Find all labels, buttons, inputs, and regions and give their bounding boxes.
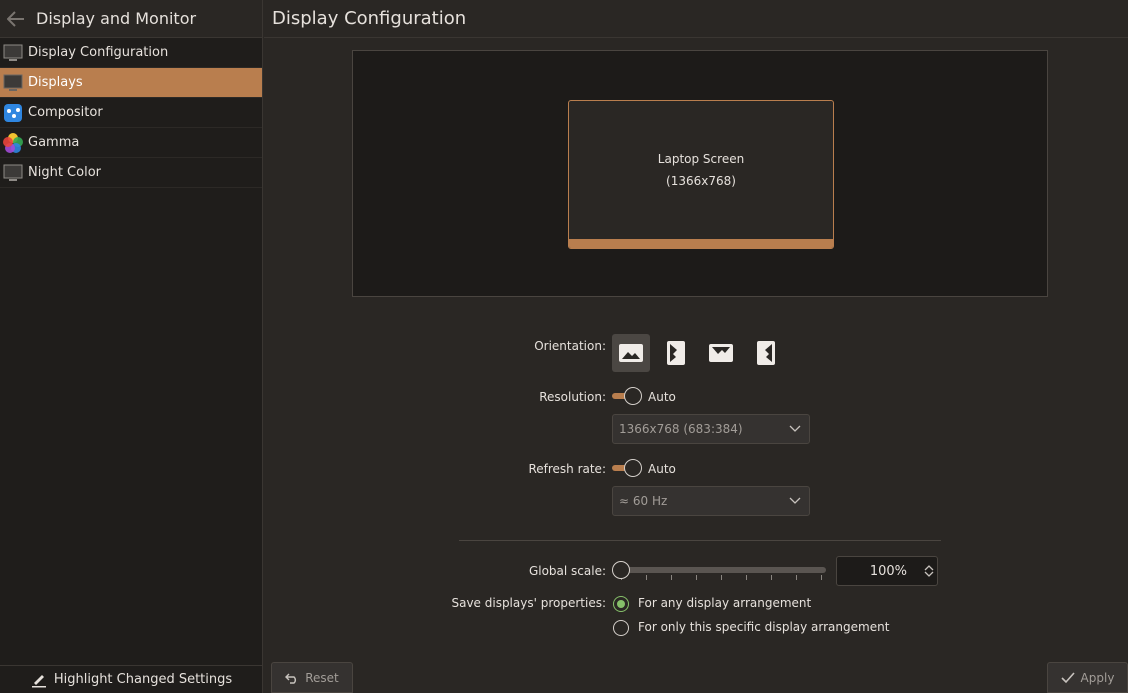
back-arrow-icon[interactable]: [6, 9, 26, 29]
main-panel: Display Configuration Laptop Screen (136…: [264, 0, 1128, 693]
sidebar-item-gamma[interactable]: Gamma: [0, 128, 262, 158]
orientation-label: Orientation:: [534, 339, 606, 353]
resolution-label: Resolution:: [539, 390, 606, 404]
resolution-select[interactable]: 1366x768 (683:384): [612, 414, 810, 444]
sidebar-list: Display Configuration Displays Composito…: [0, 38, 262, 188]
sidebar-item-compositor[interactable]: Compositor: [0, 98, 262, 128]
landscape-flipped-icon: [709, 344, 733, 362]
slider-tick: [771, 575, 772, 580]
sidebar-item-label: Compositor: [28, 105, 103, 120]
portrait-icon: [667, 341, 685, 365]
page-title: Display Configuration: [264, 0, 1128, 38]
slider-tick: [821, 575, 822, 580]
slider-tick: [646, 575, 647, 580]
chevron-down-icon: [789, 494, 801, 508]
resolution-auto-toggle[interactable]: [612, 387, 644, 407]
reset-button[interactable]: Reset: [271, 662, 353, 693]
display-arrangement-preview[interactable]: Laptop Screen (1366x768): [352, 50, 1048, 297]
sidebar-title: Display and Monitor: [36, 9, 197, 28]
refresh-rate-select[interactable]: ≈ 60 Hz: [612, 486, 810, 516]
global-scale-label: Global scale:: [528, 564, 606, 578]
landscape-icon: [619, 344, 643, 362]
slider-handle[interactable]: [612, 561, 630, 579]
slider-tick: [796, 575, 797, 580]
toggle-knob: [624, 459, 642, 477]
slider-tick: [721, 575, 722, 580]
sidebar: Display and Monitor Display Configuratio…: [0, 0, 263, 693]
chevron-down-icon: [789, 422, 801, 436]
monitor-icon: [3, 164, 23, 182]
reset-label: Reset: [305, 670, 339, 685]
sidebar-item-label: Gamma: [28, 135, 80, 150]
sidebar-item-night-color[interactable]: Night Color: [0, 158, 262, 188]
highlight-changed-settings-label: Highlight Changed Settings: [53, 672, 233, 687]
refresh-rate-auto-label: Auto: [648, 462, 676, 476]
apply-button[interactable]: Apply: [1047, 662, 1128, 693]
undo-icon: [285, 672, 299, 684]
radio-any-arrangement[interactable]: [613, 596, 629, 612]
spin-up-icon[interactable]: [924, 564, 934, 571]
slider-groove: [620, 567, 826, 573]
sidebar-item-display-configuration[interactable]: Display Configuration: [0, 38, 262, 68]
screen-selection-bar: [569, 239, 833, 248]
spin-down-icon[interactable]: [924, 571, 934, 578]
radio-specific-arrangement-label[interactable]: For only this specific display arrangeme…: [638, 620, 889, 634]
pen-icon: [31, 672, 47, 688]
orientation-landscape-button[interactable]: [612, 334, 650, 372]
apply-label: Apply: [1080, 670, 1115, 685]
sidebar-item-displays[interactable]: Displays: [0, 68, 262, 98]
global-scale-slider[interactable]: [612, 560, 826, 586]
monitor-icon: [3, 44, 23, 62]
orientation-portrait-flipped-button[interactable]: [747, 334, 785, 372]
screen-resolution: (1366x768): [666, 173, 736, 188]
gamma-icon: [3, 132, 23, 153]
highlight-changed-settings-button[interactable]: Highlight Changed Settings: [0, 665, 263, 693]
sidebar-item-label: Displays: [28, 75, 83, 90]
checkmark-icon: [1060, 671, 1075, 684]
radio-specific-arrangement[interactable]: [613, 620, 629, 636]
sidebar-header: Display and Monitor: [0, 0, 262, 38]
refresh-rate-auto-toggle[interactable]: [612, 459, 644, 479]
compositor-icon: [3, 103, 23, 122]
global-scale-spinbox[interactable]: 100%: [836, 556, 938, 586]
slider-tick: [671, 575, 672, 580]
radio-any-arrangement-label[interactable]: For any display arrangement: [638, 596, 811, 610]
monitor-icon: [3, 74, 23, 92]
sidebar-item-label: Display Configuration: [28, 45, 169, 60]
orientation-portrait-button[interactable]: [657, 334, 695, 372]
resolution-auto-label: Auto: [648, 390, 676, 404]
screen-name: Laptop Screen: [657, 151, 745, 166]
slider-tick: [696, 575, 697, 580]
refresh-rate-select-value: ≈ 60 Hz: [619, 494, 668, 508]
global-scale-value: 100%: [869, 563, 907, 579]
sidebar-item-label: Night Color: [28, 165, 101, 180]
toggle-knob: [624, 387, 642, 405]
slider-tick: [746, 575, 747, 580]
save-properties-label: Save displays' properties:: [451, 596, 606, 610]
resolution-select-value: 1366x768 (683:384): [619, 422, 743, 436]
portrait-flipped-icon: [757, 341, 775, 365]
orientation-landscape-flipped-button[interactable]: [702, 334, 740, 372]
laptop-screen-output[interactable]: Laptop Screen (1366x768): [568, 100, 834, 249]
section-divider: [459, 540, 941, 541]
refresh-rate-label: Refresh rate:: [528, 462, 606, 476]
